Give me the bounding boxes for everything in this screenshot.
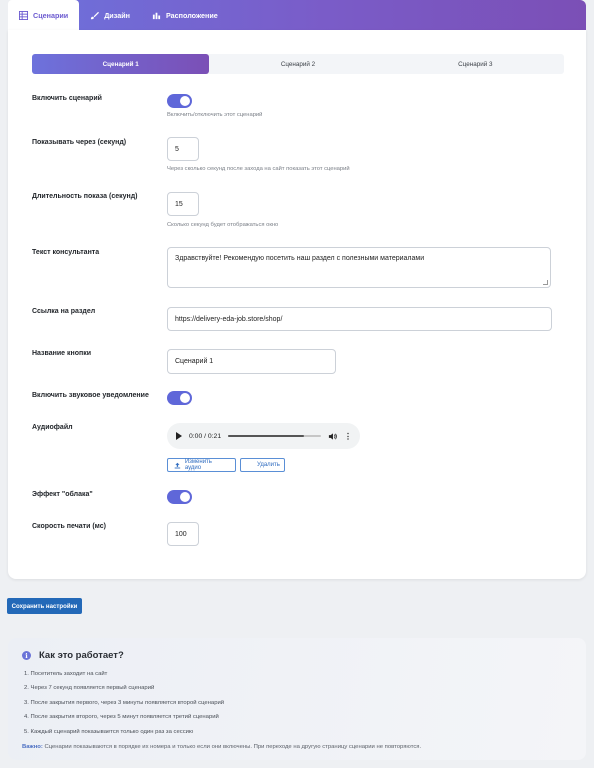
cloud-effect-toggle[interactable] <box>167 490 192 504</box>
brush-icon <box>91 11 100 19</box>
cloud-effect-label: Эффект "облака" <box>32 491 93 498</box>
arrows-icon <box>152 12 161 19</box>
duration-label: Длительность показа (секунд) <box>32 193 138 200</box>
how-it-works-panel: i Как это работает? 1. Посетитель заходи… <box>8 638 586 760</box>
audio-player: 0:00 / 0:21 ⋮ <box>167 423 360 449</box>
consultant-text-textarea[interactable]: Здравствуйте! Рекомендую посетить наш ра… <box>167 247 551 288</box>
play-icon[interactable] <box>176 432 182 440</box>
audio-label: Аудиофайл <box>32 424 73 431</box>
consultant-text-label: Текст консультанта <box>32 249 100 256</box>
tab-design-label: Дизайн <box>104 10 130 20</box>
scenario-tabs: Сценарий 1 Сценарий 2 Сценарий 3 <box>32 54 564 74</box>
tab-scenarios-label: Сценарии <box>33 10 69 20</box>
audio-time: 0:00 / 0:21 <box>189 432 222 440</box>
tab-position[interactable]: Расположение <box>141 0 229 30</box>
show-after-input[interactable]: 5 <box>167 137 199 161</box>
tab-scenarios[interactable]: Сценарии <box>8 0 80 30</box>
table-icon <box>19 10 28 20</box>
tab-scenario-1[interactable]: Сценарий 1 <box>32 54 210 74</box>
list-item: 1. Посетитель заходит на сайт <box>24 671 108 677</box>
consultant-text-value: Здравствуйте! Рекомендую посетить наш ра… <box>175 255 425 262</box>
section-link-label: Ссылка на раздел <box>32 308 96 315</box>
tab-scenario-3[interactable]: Сценарий 3 <box>387 54 564 74</box>
enable-scenario-help: Включить/отключить этот сценарий <box>167 112 263 118</box>
tab-position-label: Расположение <box>165 10 218 20</box>
important-note: Важно: Сценарии показываются в порядке и… <box>22 744 421 750</box>
upload-icon <box>174 462 181 468</box>
audio-progress-track[interactable] <box>228 435 321 437</box>
important-note-label: Важно: <box>22 744 43 750</box>
sound-label: Включить звуковое уведомление <box>32 392 149 399</box>
how-it-works-title: Как это работает? <box>39 650 124 661</box>
list-item: 3. После закрытия первого, через 3 минут… <box>24 699 225 706</box>
top-nav: Сценарии Дизайн Расположение <box>8 0 586 30</box>
button-name-label: Название кнопки <box>32 350 92 357</box>
volume-icon[interactable] <box>328 432 337 441</box>
how-it-works-header: i Как это работает? <box>22 650 124 661</box>
change-audio-label: Изменить аудио <box>184 459 212 471</box>
enable-scenario-toggle[interactable] <box>167 94 192 108</box>
delete-audio-button[interactable]: Удалить <box>240 458 285 472</box>
list-item: 4. После закрытия второго, через 5 минут… <box>24 714 219 721</box>
show-after-help: Через сколько секунд после захода на сай… <box>167 166 350 172</box>
section-link-input[interactable]: https://delivery-eda-job.store/shop/ <box>167 307 552 331</box>
resize-handle-icon[interactable] <box>543 280 548 285</box>
duration-help: Сколько секунд будет отображаться окно <box>167 222 279 228</box>
duration-input[interactable]: 15 <box>167 192 199 216</box>
delete-audio-label: Удалить <box>257 462 280 468</box>
list-item: 2. Через 7 секунд появляется первый сцен… <box>24 685 155 692</box>
list-item: 5. Каждый сценарий показывается только о… <box>24 728 194 735</box>
show-after-label: Показывать через (секунд) <box>32 139 127 146</box>
typing-speed-input[interactable]: 100 <box>167 522 199 546</box>
sound-toggle[interactable] <box>167 391 192 405</box>
save-settings-button[interactable]: Сохранить настройки <box>7 598 82 614</box>
important-note-text: Сценарии показываются в порядке их номер… <box>44 744 422 750</box>
more-options-icon[interactable]: ⋮ <box>344 432 352 441</box>
audio-progress-fill <box>228 435 305 437</box>
change-audio-button[interactable]: Изменить аудио <box>167 458 236 472</box>
enable-scenario-label: Включить сценарий <box>32 95 102 102</box>
tab-scenario-2[interactable]: Сценарий 2 <box>209 54 386 74</box>
steps-list: 1. Посетитель заходит на сайт 2. Через 7… <box>24 670 224 742</box>
tab-design[interactable]: Дизайн <box>79 0 141 30</box>
button-name-input[interactable]: Сценарий 1 <box>167 349 336 374</box>
typing-speed-label: Скорость печати (мс) <box>32 523 106 530</box>
settings-card: Сценарий 1 Сценарий 2 Сценарий 3 Включит… <box>8 30 586 579</box>
info-icon: i <box>22 651 31 660</box>
